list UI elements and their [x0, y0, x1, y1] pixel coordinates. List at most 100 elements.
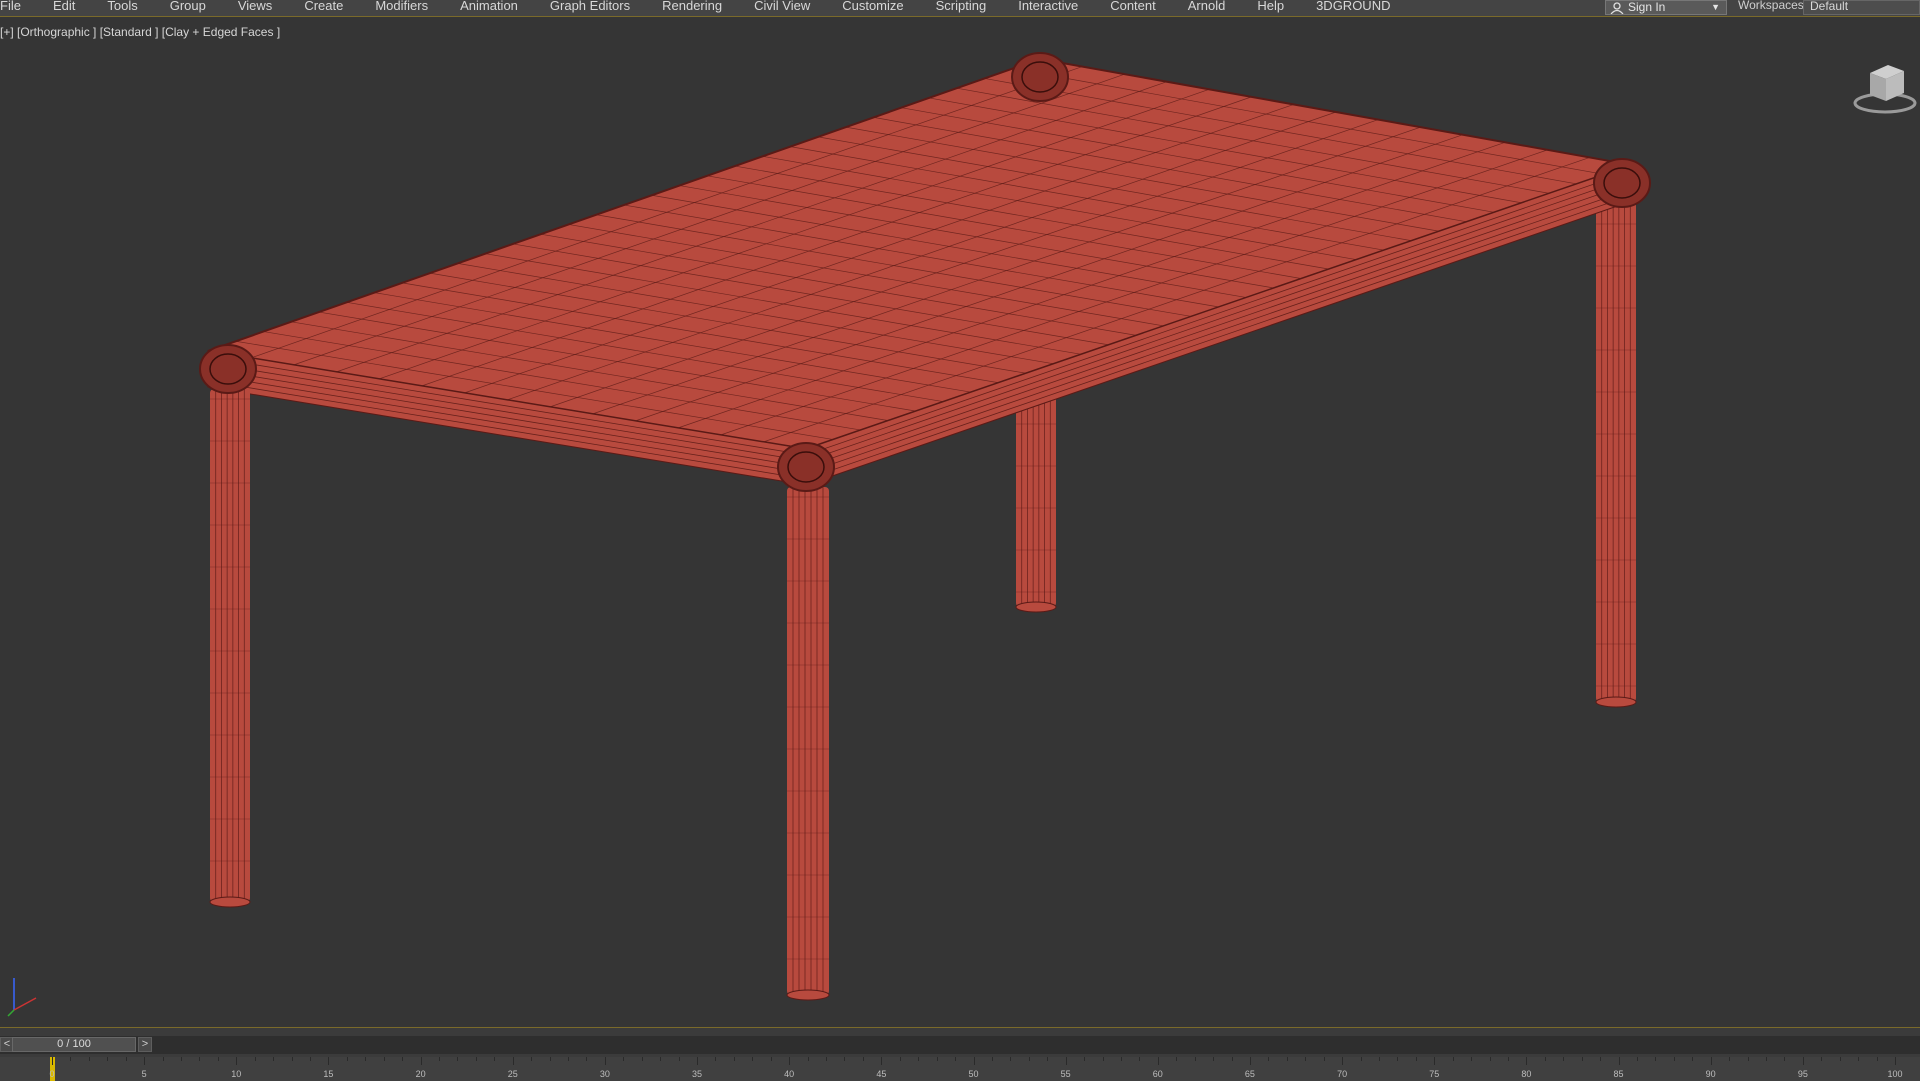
- tick-mark: [678, 1057, 680, 1061]
- corner-joint-left[interactable]: [199, 344, 257, 394]
- tick-mark: [1397, 1057, 1399, 1061]
- tick-label: 85: [1613, 1069, 1624, 1079]
- tick-mark: [1507, 1057, 1509, 1061]
- tick-mark: [991, 1057, 993, 1061]
- tick-label: 55: [1060, 1069, 1071, 1079]
- tick-label: 15: [323, 1069, 334, 1079]
- tick-mark: [107, 1057, 109, 1061]
- tick-mark: [273, 1057, 275, 1061]
- tick-mark: [1378, 1057, 1380, 1061]
- tick-label: 65: [1244, 1069, 1255, 1079]
- tick-mark: [162, 1057, 164, 1061]
- timeline: < 0 / 100 > 0 5 10 15 20 25 30 35 40 45 50 55 60 65 70…: [0, 1027, 1920, 1081]
- tick-label: 35: [692, 1069, 703, 1079]
- menu-item-group[interactable]: Group: [160, 0, 216, 14]
- tick-label: 5: [141, 1069, 147, 1079]
- tick-mark: [1710, 1057, 1712, 1065]
- track-bar[interactable]: 0 5 10 15 20 25 30 35 40 45 50 55 60 65 70 75 80 85 90 95 10…: [0, 1057, 1920, 1081]
- tick-mark: [1434, 1057, 1436, 1065]
- tick-label: 30: [599, 1069, 610, 1079]
- menu-item-graph-editors[interactable]: Graph Editors: [540, 0, 640, 14]
- menu-bar: File Edit Tools Group Views Create Modifiers An…: [0, 0, 1920, 17]
- tick-mark: [181, 1057, 182, 1061]
- tick-mark: [1673, 1057, 1675, 1061]
- tick-mark: [1858, 1057, 1860, 1061]
- corner-joint-right[interactable]: [1593, 158, 1651, 208]
- tick-mark: [1415, 1057, 1417, 1061]
- tick-mark: [586, 1057, 588, 1061]
- menu-item-rendering[interactable]: Rendering: [652, 0, 732, 14]
- tick-label: 70: [1337, 1069, 1348, 1079]
- tick-mark: [1157, 1057, 1159, 1065]
- tick-mark: [328, 1057, 330, 1065]
- tick-mark: [402, 1057, 404, 1061]
- tick-mark: [770, 1057, 772, 1061]
- menu-item-animation[interactable]: Animation: [450, 0, 528, 14]
- viewcube-icon[interactable]: [1850, 57, 1920, 117]
- tick-mark: [733, 1057, 735, 1061]
- tick-mark: [660, 1057, 662, 1061]
- tick-mark: [512, 1057, 514, 1065]
- tick-mark: [70, 1057, 72, 1061]
- menu-item-arnold[interactable]: Arnold: [1178, 0, 1236, 14]
- menu-item-tools[interactable]: Tools: [97, 0, 147, 14]
- tick-mark: [973, 1057, 975, 1065]
- tick-label: 45: [876, 1069, 887, 1079]
- tick-label: 10: [231, 1069, 242, 1079]
- menu-item-file[interactable]: File: [0, 0, 31, 14]
- time-slider[interactable]: < 0 / 100 >: [0, 1036, 1920, 1054]
- tick-label: 75: [1429, 1069, 1440, 1079]
- tick-mark: [1047, 1057, 1049, 1061]
- tick-mark: [494, 1057, 496, 1061]
- corner-joint-front[interactable]: [777, 442, 835, 492]
- tick-mark: [291, 1057, 293, 1061]
- tick-mark: [1305, 1057, 1307, 1061]
- perspective-viewport[interactable]: [+] [Orthographic ] [Standard ] [Clay + …: [0, 17, 1920, 1027]
- tick-mark: [1342, 1057, 1344, 1065]
- tick-mark: [604, 1057, 606, 1065]
- menu-item-civil-view[interactable]: Civil View: [744, 0, 820, 14]
- time-slider-thumb[interactable]: 0 / 100: [12, 1037, 136, 1052]
- tick-mark: [1526, 1057, 1528, 1065]
- tick-mark: [752, 1057, 754, 1061]
- tick-mark: [1618, 1057, 1620, 1065]
- tick-mark: [641, 1057, 643, 1061]
- workspaces-dropdown[interactable]: Default: [1803, 0, 1920, 15]
- menu-item-create[interactable]: Create: [294, 0, 353, 14]
- tick-label: 95: [1797, 1069, 1808, 1079]
- menu-item-modifiers[interactable]: Modifiers: [365, 0, 438, 14]
- menu-item-customize[interactable]: Customize: [832, 0, 913, 14]
- menu-item-content[interactable]: Content: [1100, 0, 1166, 14]
- menu-item-edit[interactable]: Edit: [43, 0, 85, 14]
- tick-mark: [955, 1057, 957, 1061]
- menu-item-scripting[interactable]: Scripting: [926, 0, 997, 14]
- tick-mark: [1471, 1057, 1473, 1061]
- menu-item-help[interactable]: Help: [1247, 0, 1294, 14]
- menu-item-interactive[interactable]: Interactive: [1008, 0, 1088, 14]
- tick-mark: [1636, 1057, 1638, 1061]
- menu-item-views[interactable]: Views: [228, 0, 282, 14]
- viewport-label[interactable]: [+] [Orthographic ] [Standard ] [Clay + …: [0, 25, 280, 39]
- tick-mark: [439, 1057, 441, 1061]
- table-model[interactable]: [0, 17, 1920, 1027]
- tick-mark: [1102, 1057, 1104, 1061]
- menu-item-3dground[interactable]: 3DGROUND: [1306, 0, 1400, 14]
- tick-label: 90: [1705, 1069, 1716, 1079]
- table-leg-front-left[interactable]: [209, 389, 251, 908]
- menu-items: File Edit Tools Group Views Create Modifiers An…: [0, 0, 1412, 16]
- table-leg-front-right[interactable]: [786, 487, 830, 1001]
- tick-mark: [310, 1057, 312, 1061]
- corner-joint-back[interactable]: [1011, 52, 1069, 102]
- tick-mark: [199, 1057, 201, 1061]
- tick-label: 25: [507, 1069, 518, 1079]
- tick-label: 40: [784, 1069, 795, 1079]
- tick-mark: [1194, 1057, 1196, 1061]
- next-frame-button[interactable]: >: [138, 1037, 152, 1052]
- tick-mark: [1839, 1057, 1841, 1061]
- tick-mark: [217, 1057, 219, 1061]
- sign-in-dropdown[interactable]: Sign In ▼: [1605, 0, 1727, 15]
- tick-mark: [1139, 1057, 1141, 1061]
- tick-mark: [1692, 1057, 1694, 1061]
- tick-mark: [1084, 1057, 1086, 1061]
- table-leg-back-right[interactable]: [1595, 172, 1637, 708]
